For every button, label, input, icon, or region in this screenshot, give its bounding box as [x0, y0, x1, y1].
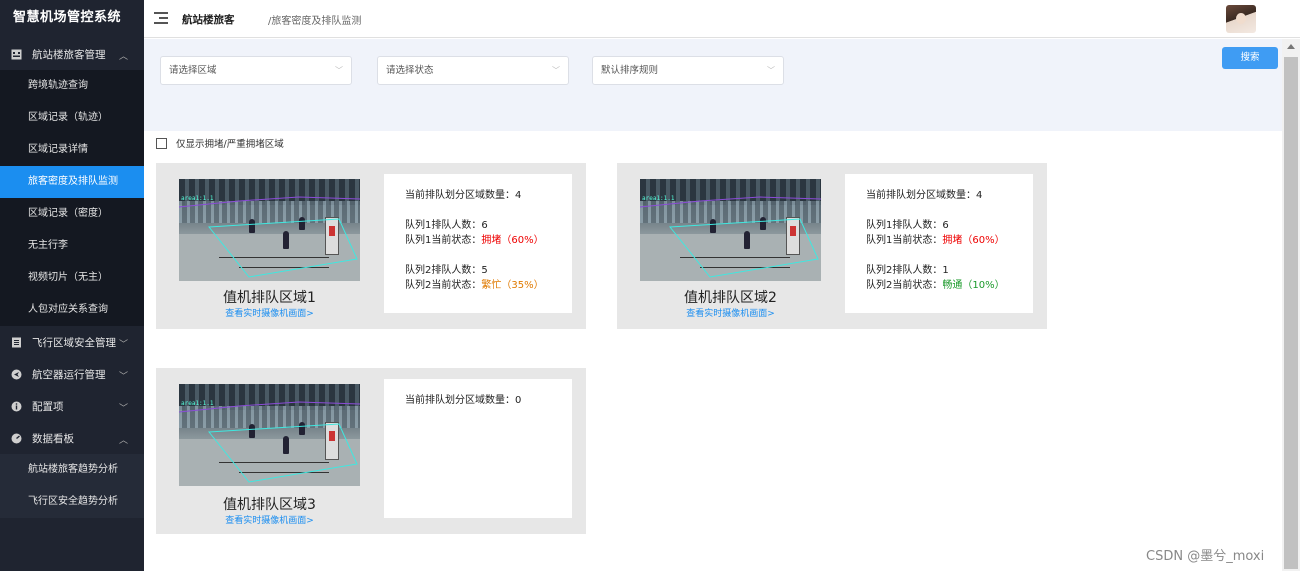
menu-toggle-icon[interactable] — [154, 12, 168, 25]
app-title: 智慧机场管控系统 — [13, 10, 122, 25]
queue1-count-value: 6 — [481, 220, 488, 231]
congested-only-filter[interactable]: 仅显示拥堵/严重拥堵区域 — [156, 136, 284, 150]
sidebar-item-crossborder-track[interactable]: 跨境轨迹查询 — [0, 70, 144, 102]
chevron-up-icon: ︿ — [118, 52, 128, 62]
live-camera-link[interactable]: 查看实时摄像机画面> — [179, 513, 360, 526]
breadcrumb-parent[interactable]: 航站楼旅客 — [182, 12, 235, 27]
queue2-status-label: 队列2当前状态： — [866, 280, 943, 291]
queue-area-card: area1:1.1 值机排队区域1 查看实时摄像机画面> 当前排队划分区域数量：… — [156, 163, 586, 329]
submenu-terminal: 跨境轨迹查询 区域记录（轨迹） 区域记录详情 旅客密度及排队监测 区域记录（密度… — [0, 70, 144, 326]
camera-area-label: area1:1.1 — [181, 400, 214, 407]
queue1-status-value: 拥堵（60%） — [942, 235, 1005, 246]
sidebar-item-area-record-density[interactable]: 区域记录（密度） — [0, 198, 144, 230]
camera-area-label: area1:1.1 — [642, 195, 675, 202]
congested-only-checkbox[interactable] — [156, 137, 167, 149]
dashboard-icon — [10, 432, 22, 444]
queue-area-card: area1:1.1 值机排队区域2 查看实时摄像机画面> 当前排队划分区域数量：… — [617, 163, 1047, 329]
queue1-count-label: 队列1排队人数： — [866, 220, 943, 231]
zone-count-value: 4 — [515, 190, 522, 201]
sidebar-item-area-record-detail[interactable]: 区域记录详情 — [0, 134, 144, 166]
camera-snapshot[interactable]: area1:1.1 — [179, 179, 360, 281]
scroll-up-arrow-icon[interactable] — [1287, 44, 1295, 49]
queue-info-panel: 当前排队划分区域数量：4 队列1排队人数：6 队列1当前状态：拥堵（60%） 队… — [384, 174, 572, 313]
menu-group-label: 飞行区域安全管理 — [32, 336, 116, 349]
queue2-count-value: 5 — [481, 265, 488, 276]
scrollbar-thumb[interactable] — [1284, 57, 1298, 569]
info-icon — [10, 400, 22, 412]
sidebar-item-airside-trend[interactable]: 飞行区安全趋势分析 — [0, 486, 144, 518]
document-icon — [10, 336, 22, 348]
chevron-down-icon: ﹀ — [335, 66, 343, 75]
sidebar: 智慧机场管控系统 航站楼旅客管理 ︿ 跨境轨迹查询 区域记录（轨迹） 区域记录详… — [0, 0, 144, 571]
queue1-status-label: 队列1当前状态： — [405, 235, 482, 246]
top-header: 航站楼旅客 /旅客密度及排队监测 — [144, 0, 1300, 38]
menu-group-airside-safety[interactable]: 飞行区域安全管理 ﹀ — [0, 326, 144, 358]
breadcrumb-current: /旅客密度及排队监测 — [268, 16, 362, 27]
sidebar-item-video-slice[interactable]: 视频切片（无主） — [0, 262, 144, 294]
queue1-status-label: 队列1当前状态： — [866, 235, 943, 246]
live-camera-link[interactable]: 查看实时摄像机画面> — [640, 306, 821, 319]
menu-group-config[interactable]: 配置项 ﹀ — [0, 390, 144, 422]
chevron-down-icon: ﹀ — [552, 66, 560, 75]
zone-count-label: 当前排队划分区域数量： — [405, 190, 515, 201]
congested-only-label: 仅显示拥堵/严重拥堵区域 — [176, 139, 284, 150]
queue2-count-label: 队列2排队人数： — [405, 265, 482, 276]
queue1-count-value: 6 — [942, 220, 949, 231]
sidebar-item-unattended-baggage[interactable]: 无主行李 — [0, 230, 144, 262]
status-select-placeholder: 请选择状态 — [386, 65, 434, 76]
vertical-scrollbar[interactable] — [1282, 39, 1300, 571]
queue-area-name: 值机排队区域3 — [223, 497, 316, 513]
chevron-up-icon: ︿ — [118, 436, 128, 446]
queue2-count-value: 1 — [942, 265, 949, 276]
queue-info-panel: 当前排队划分区域数量：4 队列1排队人数：6 队列1当前状态：拥堵（60%） 队… — [845, 174, 1033, 313]
menu-group-terminal[interactable]: 航站楼旅客管理 ︿ — [0, 38, 144, 70]
queue2-status-value: 繁忙（35%） — [481, 280, 544, 291]
status-select[interactable]: 请选择状态 ﹀ — [377, 56, 569, 85]
area-select-placeholder: 请选择区域 — [169, 65, 217, 76]
watermark: CSDN @墨兮_moxi — [1146, 549, 1265, 564]
menu-group-dashboard[interactable]: 数据看板 ︿ — [0, 422, 144, 454]
menu-group-label: 航站楼旅客管理 — [32, 48, 106, 61]
search-button[interactable]: 搜索 — [1222, 47, 1278, 69]
sidebar-item-density-queue-monitor[interactable]: 旅客密度及排队监测 — [0, 166, 144, 198]
sidebar-item-terminal-trend[interactable]: 航站楼旅客趋势分析 — [0, 454, 144, 486]
menu-group-aircraft-ops[interactable]: 航空器运行管理 ﹀ — [0, 358, 144, 390]
submenu-dashboard: 航站楼旅客趋势分析 飞行区安全趋势分析 — [0, 454, 144, 518]
queue2-status-label: 队列2当前状态： — [405, 280, 482, 291]
sort-select-value: 默认排序规则 — [601, 65, 659, 76]
camera-area-label: area1:1.1 — [181, 195, 214, 202]
queue1-count-label: 队列1排队人数： — [405, 220, 482, 231]
chevron-down-icon: ﹀ — [118, 372, 128, 382]
sidebar-item-area-record-track[interactable]: 区域记录（轨迹） — [0, 102, 144, 134]
sidebar-item-person-bag-relation[interactable]: 人包对应关系查询 — [0, 294, 144, 326]
filter-panel: 请选择区域 ﹀ 请选择状态 ﹀ 默认排序规则 ﹀ — [144, 39, 1282, 131]
queue-info-panel: 当前排队划分区域数量：0 — [384, 379, 572, 518]
queue-area-name: 值机排队区域2 — [684, 290, 777, 306]
chevron-down-icon: ﹀ — [767, 66, 775, 75]
zone-count-label: 当前排队划分区域数量： — [866, 190, 976, 201]
zone-count-value: 4 — [976, 190, 983, 201]
building-icon — [10, 48, 22, 60]
chevron-down-icon: ﹀ — [118, 340, 128, 350]
camera-snapshot[interactable]: area1:1.1 — [179, 384, 360, 486]
menu-group-label: 航空器运行管理 — [32, 368, 106, 381]
queue1-status-value: 拥堵（60%） — [481, 235, 544, 246]
zone-count-value: 0 — [515, 395, 522, 406]
menu-group-label: 数据看板 — [32, 432, 74, 445]
queue2-count-label: 队列2排队人数： — [866, 265, 943, 276]
queue-area-card: area1:1.1 值机排队区域3 查看实时摄像机画面> 当前排队划分区域数量：… — [156, 368, 586, 534]
live-camera-link[interactable]: 查看实时摄像机画面> — [179, 306, 360, 319]
queue2-status-value: 畅通（10%） — [942, 280, 1005, 291]
camera-snapshot[interactable]: area1:1.1 — [640, 179, 821, 281]
queue-area-name: 值机排队区域1 — [223, 290, 316, 306]
avatar[interactable] — [1226, 5, 1256, 33]
chevron-down-icon: ﹀ — [118, 404, 128, 414]
area-select[interactable]: 请选择区域 ﹀ — [160, 56, 352, 85]
sort-select[interactable]: 默认排序规则 ﹀ — [592, 56, 784, 85]
aircraft-icon — [10, 368, 22, 380]
menu-group-label: 配置项 — [32, 400, 64, 413]
zone-count-label: 当前排队划分区域数量： — [405, 395, 515, 406]
